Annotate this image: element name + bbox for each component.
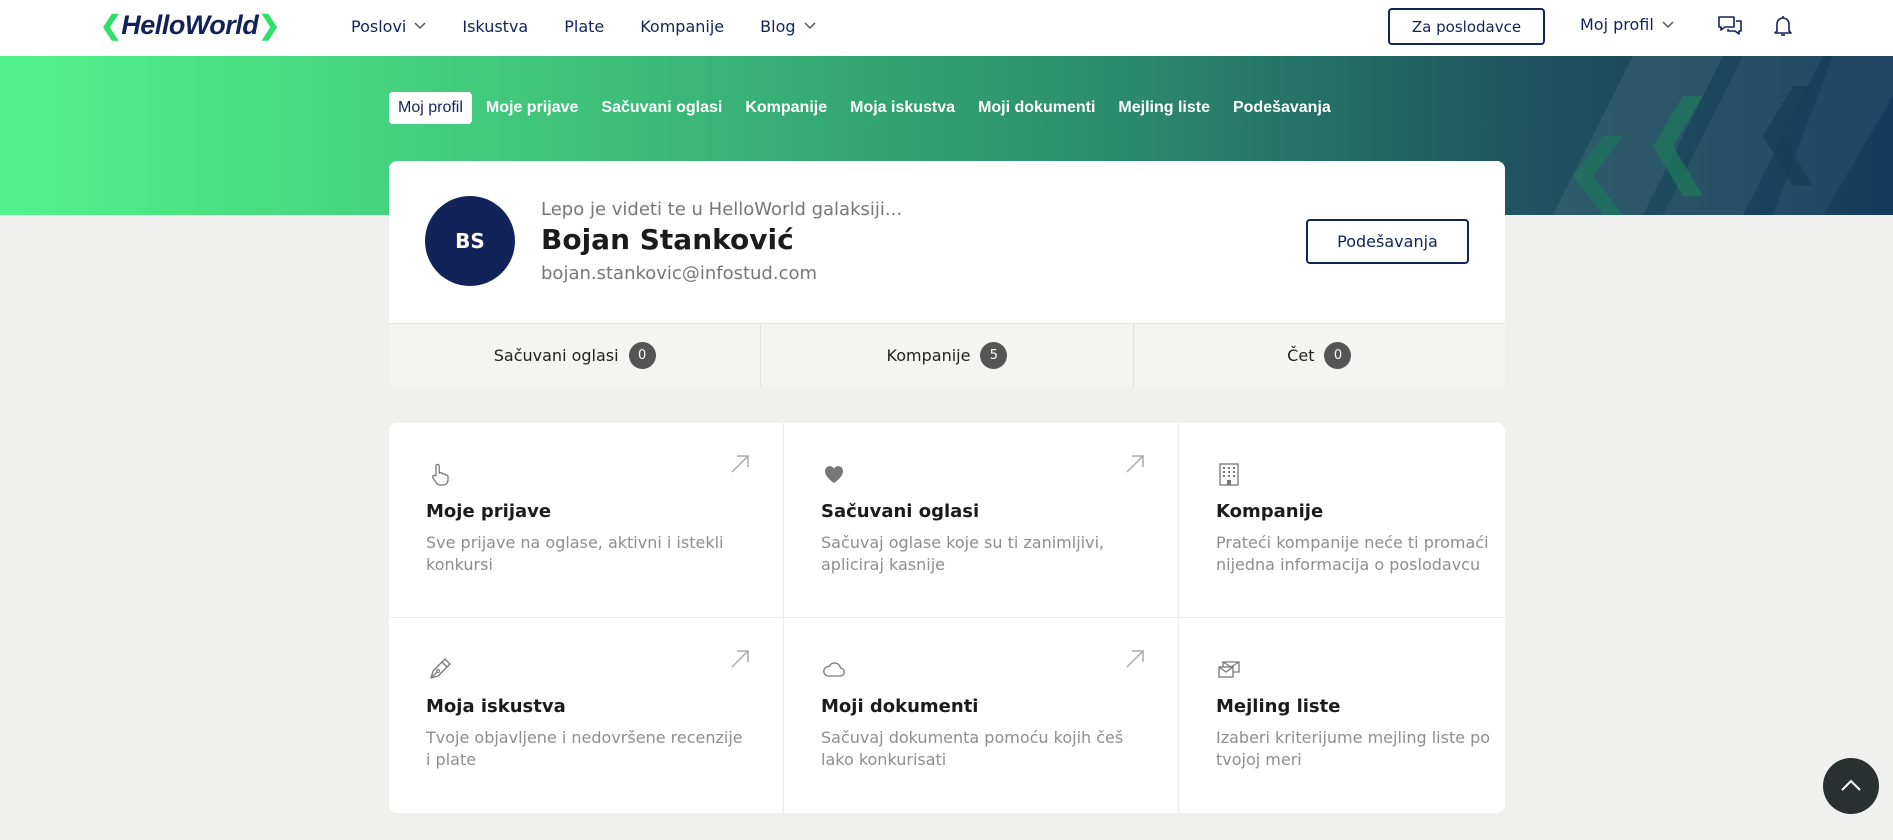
tile-mejling-liste[interactable]: Mejling liste Izaberi kriterijume mejlin… [1179,618,1505,813]
profile-menu-dropdown[interactable]: Moj profil [1580,15,1674,34]
tile-description: Tvoje objavljene i nedovršene recenzije … [426,728,743,769]
cloud-icon [821,656,847,682]
tile-description: Sve prijave na oglase, aktivni i istekli… [426,533,724,574]
stat-chat[interactable]: Čet 0 [1134,324,1505,387]
building-icon [1216,461,1242,487]
tile-description: Sačuvaj dokumenta pomoću kojih češ lako … [821,728,1124,769]
nav-item-kompanije[interactable]: Kompanije [640,17,724,36]
subnav-item-podesavanja[interactable]: Podešavanja [1224,92,1340,124]
stat-label: Čet [1287,346,1315,365]
top-navigation: ❮ HelloWorld ❯ Poslovi Iskustva Plate Ko… [0,0,1893,56]
settings-button[interactable]: Podešavanja [1306,219,1469,264]
pen-icon [426,656,452,682]
tile-description: Sačuvaj oglase koje su ti zanimljivi, ap… [821,533,1105,574]
heart-icon [821,461,847,487]
tile-title: Moje prijave [426,501,552,522]
tile-moje-prijave[interactable]: Moje prijave Sve prijave na oglase, akti… [389,423,784,618]
subnav-item-mejling-liste[interactable]: Mejling liste [1109,92,1219,124]
nav-item-iskustva[interactable]: Iskustva [462,17,528,36]
arrow-up-right-icon [729,453,751,475]
nav-item-label: Blog [760,16,796,36]
feature-grid: Moje prijave Sve prijave na oglase, akti… [389,423,1505,813]
pointing-hand-icon [426,461,452,487]
chat-bubbles-icon[interactable] [1717,14,1743,38]
tile-sacuvani-oglasi[interactable]: Sačuvani oglasi Sačuvaj oglase koje su t… [784,423,1179,618]
tile-title: Mejling liste [1216,696,1341,717]
nav-item-poslovi[interactable]: Poslovi [351,17,426,36]
user-name: Bojan Stanković [541,223,794,256]
stat-label: Kompanije [886,346,971,365]
tile-title: Moji dokumenti [821,696,979,717]
arrow-up-right-icon [1124,453,1146,475]
nav-item-label: Iskustva [462,16,529,36]
nav-item-label: Plate [564,16,605,36]
profile-stats: Sačuvani oglasi 0 Kompanije 5 Čet 0 [389,323,1505,387]
tile-title: Kompanije [1216,501,1324,522]
count-badge: 0 [628,342,656,369]
tile-title: Moja iskustva [426,696,566,717]
subnav-item-moje-prijave[interactable]: Moje prijave [477,92,587,124]
arrow-up-right-icon [1124,648,1146,670]
tile-moja-iskustva[interactable]: Moja iskustva Tvoje objavljene i nedovrš… [389,618,784,813]
tile-kompanije[interactable]: Kompanije Prateći kompanije neće ti prom… [1179,423,1505,618]
profile-menu-label: Moj profil [1580,15,1654,34]
bell-icon[interactable] [1771,14,1797,38]
chevron-down-icon [1662,18,1674,32]
logo-chevron-right-icon: ❯ [258,10,280,40]
scroll-to-top-button[interactable] [1823,758,1879,814]
tile-title: Sačuvani oglasi [821,501,980,522]
helloworld-logo[interactable]: ❮ HelloWorld ❯ [100,10,280,41]
user-email: bojan.stankovic@infostud.com [541,263,818,284]
logo-text: HelloWorld [121,10,259,40]
stat-companies[interactable]: Kompanije 5 [761,324,1134,387]
employers-button[interactable]: Za poslodavce [1388,8,1545,45]
tile-moji-dokumenti[interactable]: Moji dokumenti Sačuvaj dokumenta pomoću … [784,618,1179,813]
profile-card: BS Lepo je videti te u HelloWorld galaks… [389,161,1505,387]
stat-saved-ads[interactable]: Sačuvani oglasi 0 [389,324,762,387]
avatar: BS [425,196,515,286]
nav-item-blog[interactable]: Blog [760,16,816,36]
arrow-up-right-icon [729,648,751,670]
chevron-down-icon [414,19,426,33]
subnav-item-moj-profil[interactable]: Moj profil [389,92,472,124]
count-badge: 5 [980,342,1008,369]
count-badge: 0 [1324,342,1352,369]
main-menu: Poslovi Iskustva Plate Kompanije Blog [351,0,852,52]
nav-item-plate[interactable]: Plate [564,17,604,36]
tile-description: Izaberi kriterijume mejling liste po tvo… [1216,728,1491,769]
nav-item-label: Kompanije [640,16,725,36]
mail-stack-icon [1216,656,1242,682]
profile-subnav: Moj profil Moje prijave Sačuvani oglasi … [389,92,1345,124]
greeting-text: Lepo je videti te u HelloWorld galaksiji… [541,199,903,220]
subnav-item-moja-iskustva[interactable]: Moja iskustva [841,92,964,124]
subnav-item-moji-dokumenti[interactable]: Moji dokumenti [969,92,1104,124]
nav-item-label: Poslovi [351,16,407,36]
chevron-down-icon [803,19,816,33]
subnav-item-kompanije[interactable]: Kompanije [736,92,836,124]
chevron-pattern-decoration [1553,56,1893,215]
subnav-item-sacuvani-oglasi[interactable]: Sačuvani oglasi [592,92,731,124]
logo-chevron-left-icon: ❮ [100,10,122,40]
chevron-up-icon [1840,777,1862,796]
stat-label: Sačuvani oglasi [493,346,619,365]
tile-description: Prateći kompanije neće ti promaći nijedn… [1216,533,1489,574]
